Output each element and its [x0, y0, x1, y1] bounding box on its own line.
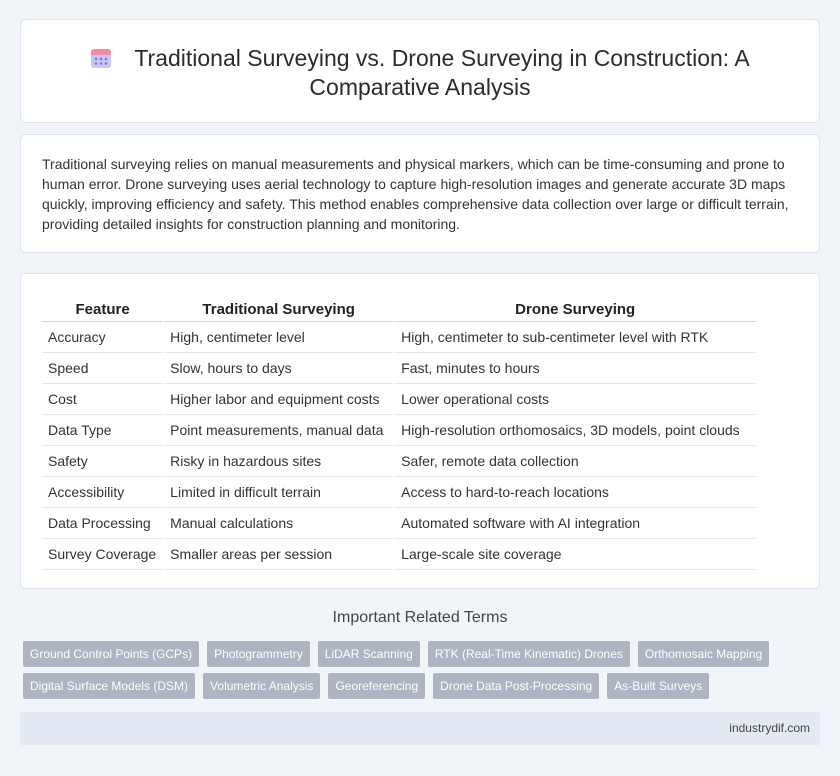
- column-header-drone: Drone Surveying: [394, 297, 757, 322]
- feature-cell: Survey Coverage: [42, 538, 165, 570]
- traditional-cell: High, centimeter level: [163, 321, 396, 353]
- table-row: Data Processing Manual calculations Auto…: [42, 507, 757, 539]
- feature-cell: Data Type: [42, 414, 165, 446]
- feature-cell: Safety: [42, 445, 165, 477]
- traditional-cell: Point measurements, manual data: [163, 414, 396, 446]
- table-row: Speed Slow, hours to days Fast, minutes …: [42, 352, 757, 384]
- feature-cell: Data Processing: [42, 507, 165, 539]
- traditional-cell: Manual calculations: [163, 507, 396, 539]
- comparison-table-card: Feature Traditional Surveying Drone Surv…: [20, 273, 820, 589]
- column-header-traditional: Traditional Surveying: [163, 297, 395, 322]
- feature-cell: Accessibility: [42, 476, 165, 508]
- traditional-cell: Higher labor and equipment costs: [163, 383, 396, 415]
- drone-cell: High, centimeter to sub-centimeter level…: [394, 321, 757, 353]
- drone-cell: Access to hard-to-reach locations: [394, 476, 757, 508]
- drone-cell: Large-scale site coverage: [394, 538, 757, 570]
- related-term-tag[interactable]: RTK (Real-Time Kinematic) Drones: [427, 641, 630, 667]
- drone-cell: Fast, minutes to hours: [394, 352, 757, 384]
- related-term-tag[interactable]: Photogrammetry: [207, 641, 310, 667]
- table-row: Accuracy High, centimeter level High, ce…: [42, 321, 757, 353]
- related-term-tag[interactable]: Digital Surface Models (DSM): [23, 673, 196, 699]
- footer: industrydif.com: [20, 712, 820, 745]
- traditional-cell: Risky in hazardous sites: [163, 445, 396, 477]
- drone-cell: Lower operational costs: [394, 383, 757, 415]
- drone-cell: Safer, remote data collection: [394, 445, 757, 477]
- drone-cell: Automated software with AI integration: [394, 507, 757, 539]
- comparison-table: Feature Traditional Surveying Drone Surv…: [42, 297, 757, 570]
- table-row: Accessibility Limited in difficult terra…: [42, 476, 757, 508]
- intro-paragraph: Traditional surveying relies on manual m…: [42, 156, 789, 232]
- table-row: Cost Higher labor and equipment costs Lo…: [42, 383, 757, 415]
- related-term-tag[interactable]: LiDAR Scanning: [317, 641, 420, 667]
- related-term-tag[interactable]: Drone Data Post-Processing: [433, 673, 600, 699]
- footer-site-link[interactable]: industrydif.com: [729, 721, 810, 735]
- intro-card: Traditional surveying relies on manual m…: [20, 134, 820, 253]
- table-row: Safety Risky in hazardous sites Safer, r…: [42, 445, 757, 477]
- feature-cell: Speed: [42, 352, 165, 384]
- column-header-feature: Feature: [42, 297, 164, 322]
- drone-cell: High-resolution orthomosaics, 3D models,…: [394, 414, 757, 446]
- feature-cell: Accuracy: [42, 321, 165, 353]
- table-row: Data Type Point measurements, manual dat…: [42, 414, 757, 446]
- traditional-cell: Smaller areas per session: [163, 538, 396, 570]
- related-terms-row: Ground Control Points (GCPs) Photogramme…: [23, 641, 820, 667]
- calendar-icon: [91, 49, 112, 68]
- table-header-row: Feature Traditional Surveying Drone Surv…: [42, 297, 757, 322]
- traditional-cell: Limited in difficult terrain: [163, 476, 396, 508]
- traditional-cell: Slow, hours to days: [163, 352, 396, 384]
- table-row: Survey Coverage Smaller areas per sessio…: [42, 538, 757, 570]
- related-terms-heading: Important Related Terms: [332, 609, 508, 626]
- related-term-tag[interactable]: Orthomosaic Mapping: [637, 641, 770, 667]
- related-term-tag[interactable]: Volumetric Analysis: [203, 673, 321, 699]
- page-title: Traditional Surveying vs. Drone Surveyin…: [134, 45, 750, 100]
- related-term-tag[interactable]: As-Built Surveys: [607, 673, 710, 699]
- related-term-tag[interactable]: Georeferencing: [328, 673, 426, 699]
- related-term-tag[interactable]: Ground Control Points (GCPs): [23, 641, 200, 667]
- title-card: Traditional Surveying vs. Drone Surveyin…: [20, 19, 820, 123]
- related-terms-row: Digital Surface Models (DSM) Volumetric …: [23, 673, 820, 699]
- feature-cell: Cost: [42, 383, 165, 415]
- page-title-row: Traditional Surveying vs. Drone Surveyin…: [21, 44, 819, 102]
